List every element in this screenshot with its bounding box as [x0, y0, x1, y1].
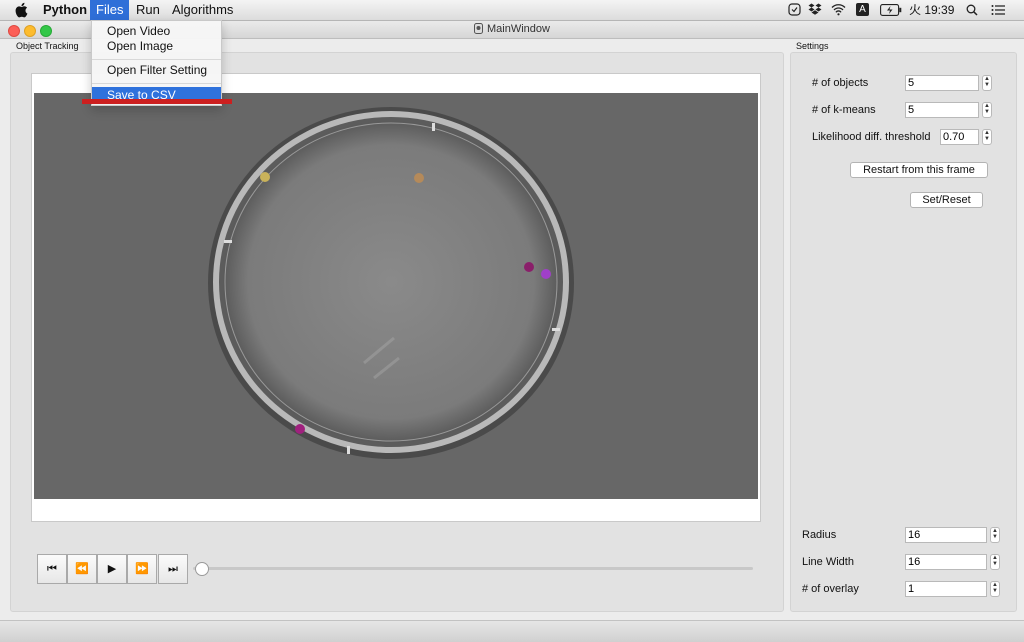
num-objects-field[interactable]: 5: [905, 75, 979, 91]
line-width-label: Line Width: [802, 556, 854, 568]
restart-from-frame-button[interactable]: Restart from this frame: [850, 162, 988, 178]
line-width-stepper[interactable]: ▲ ▼: [990, 554, 1000, 570]
apple-icon[interactable]: [15, 2, 29, 18]
window-bottom-bar: [0, 620, 1024, 642]
fast-forward-icon: ⏩: [135, 563, 149, 575]
num-overlay-field[interactable]: 1: [905, 581, 987, 597]
skip-to-start-icon: ⏮: [47, 563, 57, 575]
document-proxy-icon: [474, 23, 484, 34]
annotation-underline: [82, 99, 232, 104]
rewind-button[interactable]: ⏪: [67, 554, 97, 584]
checkmark-shield-icon[interactable]: [788, 3, 801, 16]
radius-label: Radius: [802, 529, 837, 541]
menu-item-open-image[interactable]: Open Image: [92, 38, 221, 54]
num-overlay-label: # of overlay: [802, 583, 859, 595]
skip-to-start-button[interactable]: ⏮: [37, 554, 67, 584]
likelihood-threshold-stepper[interactable]: ▲ ▼: [982, 129, 992, 145]
set-reset-button[interactable]: Set/Reset: [910, 192, 983, 208]
num-kmeans-field[interactable]: 5: [905, 102, 979, 118]
num-overlay-stepper[interactable]: ▲ ▼: [990, 581, 1000, 597]
input-source-badge[interactable]: A: [856, 3, 869, 16]
files-menu-dropdown: Open Video Open Image Open Filter Settin…: [91, 20, 222, 106]
play-icon: ▶: [107, 563, 117, 575]
object-tracking-label: Object Tracking: [16, 41, 79, 51]
play-button[interactable]: ▶: [97, 554, 127, 584]
skip-to-end-button[interactable]: ⏭: [158, 554, 188, 584]
skip-to-end-icon: ⏭: [168, 563, 178, 575]
dropbox-icon[interactable]: [808, 3, 822, 16]
notification-center-icon[interactable]: [991, 4, 1005, 16]
menu-item-open-filter-setting[interactable]: Open Filter Setting: [92, 62, 221, 78]
battery-charging-icon[interactable]: [880, 4, 902, 16]
menu-algorithms[interactable]: Algorithms: [166, 0, 239, 20]
fast-forward-button[interactable]: ⏩: [127, 554, 157, 584]
menu-app-name[interactable]: Python: [37, 0, 93, 20]
num-objects-stepper[interactable]: ▲ ▼: [982, 75, 992, 91]
spotlight-search-icon[interactable]: [966, 4, 978, 16]
num-objects-label: # of objects: [812, 77, 869, 89]
window-title-text: MainWindow: [487, 23, 550, 35]
radius-field[interactable]: 16: [905, 527, 987, 543]
line-width-field[interactable]: 16: [905, 554, 987, 570]
likelihood-threshold-label: Likelihood diff. threshold: [812, 131, 931, 143]
frame-slider-thumb[interactable]: [195, 562, 209, 576]
num-kmeans-stepper[interactable]: ▲ ▼: [982, 102, 992, 118]
menu-run[interactable]: Run: [130, 0, 166, 20]
likelihood-threshold-field[interactable]: 0.70: [940, 129, 979, 145]
menu-separator: [92, 83, 221, 84]
settings-label: Settings: [796, 41, 829, 51]
frame-slider-track[interactable]: [193, 567, 753, 570]
menu-clock[interactable]: 火 19:39: [909, 0, 954, 20]
menu-bar: Python Files Run Algorithms A 火 19:39: [0, 0, 1024, 21]
wifi-icon[interactable]: [831, 3, 846, 16]
menu-separator: [92, 59, 221, 60]
menu-item-open-video[interactable]: Open Video: [92, 23, 221, 39]
petri-dish-image: [34, 93, 758, 499]
num-kmeans-label: # of k-means: [812, 104, 876, 116]
video-frame-petri-dish[interactable]: [34, 93, 758, 499]
radius-stepper[interactable]: ▲ ▼: [990, 527, 1000, 543]
menu-files[interactable]: Files: [90, 0, 130, 20]
rewind-icon: ⏪: [75, 563, 89, 575]
